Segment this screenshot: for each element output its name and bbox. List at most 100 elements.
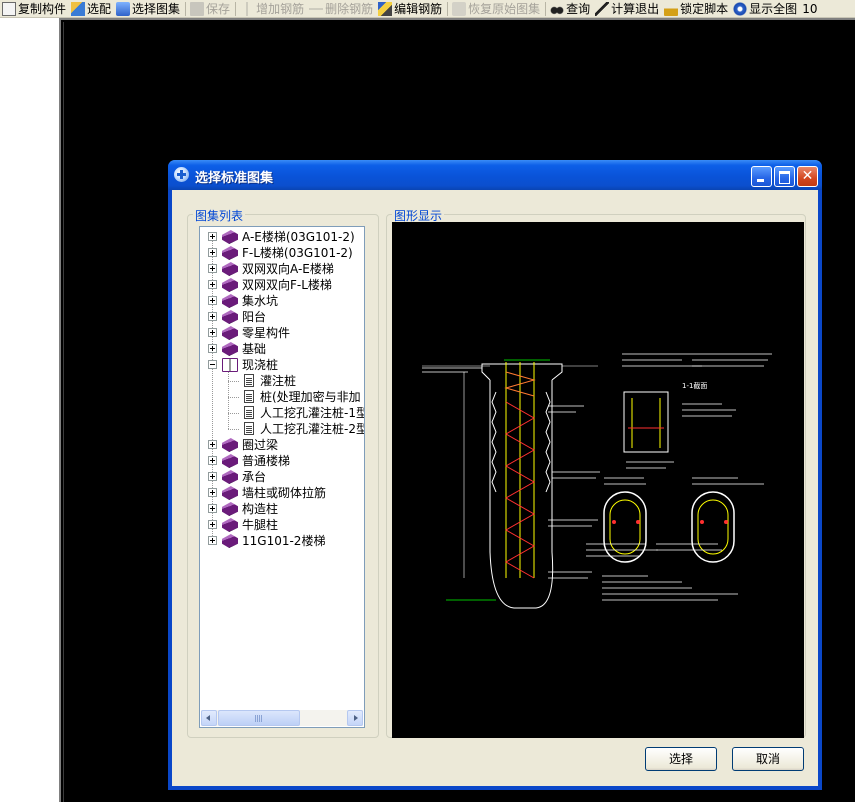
toolbar-item[interactable]: 编辑钢筋 [376,0,445,17]
tree-node-label: 普通楼梯 [242,454,291,468]
ring-dot-3 [700,520,704,524]
copy-icon [2,1,16,16]
toolbar-item[interactable]: 查询 [548,0,593,17]
tree-node[interactable]: 基础 [200,341,364,357]
tree-node-label: 现浇桩 [242,358,279,372]
tree-leaf[interactable]: 人工挖孔灌注桩-1型 [200,405,364,421]
tree-node[interactable]: 构造柱 [200,501,364,517]
tree-node[interactable]: 双网双向A-E楼梯 [200,261,364,277]
expand-icon[interactable] [208,536,217,545]
tree-connector [228,372,229,429]
tree-node-label: 承台 [242,470,267,484]
dialog-title: 选择标准图集 [195,171,274,186]
toolbar-item[interactable]: 恢复原始图集 [450,0,543,17]
scroll-right-icon[interactable] [347,710,363,726]
main-toolbar: 复制构件 选配 选择图集 保存 增加钢筋 删除钢筋 编辑钢筋 恢复原始图集 查询 计算退出 锁定脚本… [0,0,855,18]
expand-icon[interactable] [208,296,217,305]
toolbar-item[interactable]: 选择图集 [114,0,183,17]
book-icon [222,246,238,260]
toolbar-item-label: 查询 [566,2,591,16]
document-icon [244,374,254,387]
toolbar-item[interactable]: 显示全图 [731,0,800,17]
tree-node[interactable]: A-E楼梯(03G101-2) [200,229,364,245]
tree-node[interactable]: F-L楼梯(03G101-2) [200,245,364,261]
cancel-button[interactable]: 取消 [732,747,804,771]
open-book-icon [222,358,238,372]
close-button[interactable]: ✕ [797,166,818,187]
expand-icon[interactable] [208,280,217,289]
book-icon [222,342,238,356]
tree-node-label: 墙柱或砌体拉筋 [242,486,327,500]
book-icon [222,438,238,452]
expand-icon[interactable] [208,472,217,481]
toolbar-item[interactable]: 复制构件 [0,0,69,17]
dialog-titlebar[interactable]: 选择标准图集 ✕ [168,160,822,190]
toolbar-separator [185,1,187,16]
tree-node-label: 牛腿柱 [242,518,279,532]
tree-leaf-label: 人工挖孔灌注桩-1型 [260,406,365,420]
tree-connector [228,381,240,382]
book-icon [222,294,238,308]
tree-leaf[interactable]: 人工挖孔灌注桩-2型 [200,421,364,437]
toolbar-item[interactable]: 增加钢筋 [238,0,307,17]
toolbar-item[interactable]: 10 [800,0,820,17]
expand-icon[interactable] [208,440,217,449]
tree-node-label: 11G101-2楼梯 [242,534,326,548]
toolbar-separator [235,1,237,16]
section-title: 1-1截面 [682,381,707,390]
tree-node[interactable]: 11G101-2楼梯 [200,533,364,549]
expand-icon[interactable] [208,488,217,497]
tree-leaf[interactable]: 灌注桩 [200,373,364,389]
expand-icon[interactable] [208,264,217,273]
book-icon [222,454,238,468]
tree-node-label: 双网双向A-E楼梯 [242,262,334,276]
dialog-client: 图集列表 图形显示 A-E楼梯(03G101-2) F-L楼梯(03G101-2)… [172,190,818,786]
expand-icon[interactable] [208,248,217,257]
scroll-thumb[interactable] [218,710,300,726]
expand-icon[interactable] [208,312,217,321]
expand-icon[interactable] [208,456,217,465]
toolbar-item[interactable]: 锁定脚本 [662,0,731,17]
annotation-lines [422,353,772,601]
tree-node[interactable]: 双网双向F-L楼梯 [200,277,364,293]
tree-connector [228,413,240,414]
tree-node[interactable]: 零星构件 [200,325,364,341]
expand-icon[interactable] [208,520,217,529]
expand-icon[interactable] [208,232,217,241]
book-icon [222,230,238,244]
tree-node-label: 零星构件 [242,326,291,340]
tree-node[interactable]: 集水坑 [200,293,364,309]
pile-collar [481,363,563,381]
atlas-tree[interactable]: A-E楼梯(03G101-2) F-L楼梯(03G101-2) 双网双向A-E楼梯双… [199,226,365,728]
toolbar-item[interactable]: 保存 [188,0,233,17]
ring-dot-2 [636,520,640,524]
lock-icon [664,1,679,16]
expand-icon[interactable] [208,344,217,353]
book-icon [222,518,238,532]
minimize-button[interactable] [751,166,772,187]
tree-node[interactable]: 承台 [200,469,364,485]
atlas-list-label: 图集列表 [193,207,246,224]
scroll-left-icon[interactable] [201,710,217,726]
drawing-preview: 1-1截面 [392,222,804,738]
book-icon [222,310,238,324]
collapse-icon[interactable] [208,360,217,369]
maximize-button[interactable] [774,166,795,187]
book-icon [222,486,238,500]
tree-node[interactable]: 阳台 [200,309,364,325]
toolbar-item[interactable]: 计算退出 [593,0,662,17]
toolbar-item[interactable]: 选配 [69,0,114,17]
select-button[interactable]: 选择 [645,747,717,771]
document-icon [244,422,254,435]
horizontal-scrollbar[interactable] [201,710,363,726]
expand-icon[interactable] [208,328,217,337]
restore-icon [452,1,467,16]
tree-node[interactable]: 普通楼梯 [200,453,364,469]
tree-node[interactable]: 现浇桩 [200,357,364,373]
tree-node[interactable]: 圈过梁 [200,437,364,453]
expand-icon[interactable] [208,504,217,513]
tree-node[interactable]: 墙柱或砌体拉筋 [200,485,364,501]
tree-node[interactable]: 牛腿柱 [200,517,364,533]
toolbar-item[interactable]: 删除钢筋 [307,0,376,17]
tree-leaf[interactable]: 桩(处理加密与非加 [200,389,364,405]
